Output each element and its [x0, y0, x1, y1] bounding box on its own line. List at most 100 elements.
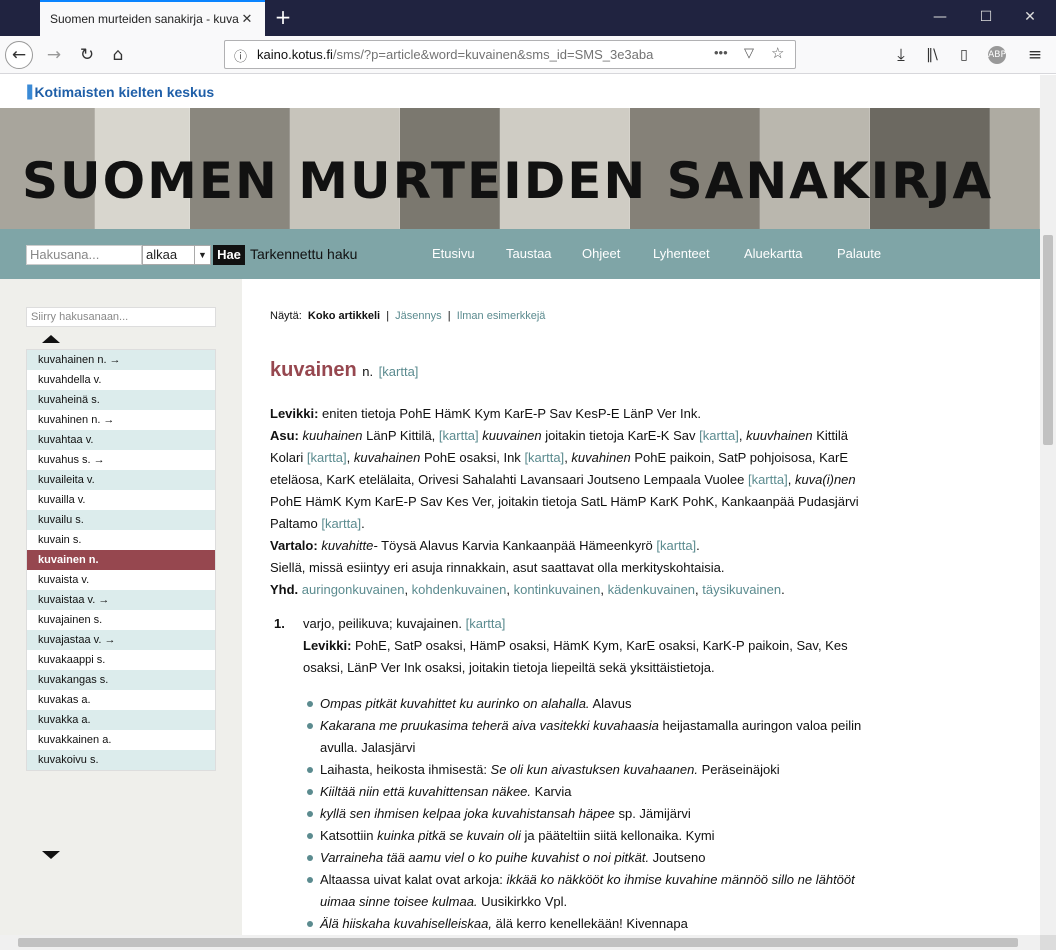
nav-etusivu[interactable]: Etusivu	[432, 246, 475, 261]
nav-palaute[interactable]: Palaute	[837, 246, 881, 261]
map-link[interactable]: [kartta]	[699, 428, 739, 443]
map-link[interactable]: [kartta]	[656, 538, 696, 553]
reload-icon[interactable]: ↻	[73, 41, 101, 69]
search-button[interactable]: Hae	[213, 245, 245, 265]
view-members-link[interactable]: Jäsennys	[395, 310, 441, 322]
asu-text: PohE osaksi, Ink	[423, 450, 521, 465]
list-item[interactable]: kuvailu s.	[27, 510, 215, 530]
compound-link[interactable]: kontinkuvainen	[514, 582, 601, 597]
form: kuvahinen	[571, 450, 631, 465]
bookmark-star-icon[interactable]: ☆	[771, 44, 784, 62]
list-item[interactable]: kuvakoivu s.	[27, 750, 215, 770]
vertical-scrollbar[interactable]	[1040, 75, 1056, 935]
horizontal-scrollbar[interactable]	[0, 935, 1040, 950]
list-item-current[interactable]: kuvainen n.	[27, 550, 215, 570]
list-item[interactable]: kuvaileita v.	[27, 470, 215, 490]
asu: Asu: kuuhainen LänP Kittilä, [kartta] ku…	[270, 428, 859, 531]
list-item[interactable]: kuvahinen n. →	[27, 410, 215, 430]
levikki-label: Levikki:	[303, 638, 352, 653]
scroll-up-icon[interactable]	[42, 335, 60, 343]
example-list: Ompas pitkät kuvahittet ku aurinko on al…	[305, 693, 865, 935]
list-item[interactable]: kuvakaappi s.	[27, 650, 215, 670]
list-item[interactable]: kuvahus s. →	[27, 450, 215, 470]
scroll-thumb[interactable]	[1043, 235, 1053, 445]
map-link[interactable]: [kartta]	[379, 364, 419, 379]
forward-icon[interactable]: →	[40, 41, 68, 69]
list-item[interactable]: kuvakangas s.	[27, 670, 215, 690]
sidebar-icon[interactable]: ▯	[950, 41, 978, 69]
list-item[interactable]: kuvajastaa v. →	[27, 630, 215, 650]
download-icon[interactable]: ⤓	[887, 41, 915, 69]
advanced-search-link[interactable]: Tarkennettu haku	[250, 246, 357, 262]
library-icon[interactable]: ‖\	[918, 41, 946, 69]
adblock-icon[interactable]: ABP	[983, 41, 1011, 69]
list-item[interactable]: kuvaheinä s.	[27, 390, 215, 410]
example-item: Katsottiin kuinka pitkä se kuvain oli ja…	[305, 825, 865, 847]
minimize-icon[interactable]: —	[925, 6, 955, 28]
list-item[interactable]: kuvain s.	[27, 530, 215, 550]
info-icon[interactable]: ⓘ	[234, 46, 247, 65]
list-item[interactable]: kuvaista v.	[27, 570, 215, 590]
browser-tab[interactable]: Suomen murteiden sanakirja - kuva ✕	[40, 0, 265, 36]
compound-link[interactable]: kohdenkuvainen	[412, 582, 507, 597]
compound-link[interactable]: kädenkuvainen	[608, 582, 695, 597]
list-item[interactable]: kuvahtaa v.	[27, 430, 215, 450]
headword-line: kuvainen n. [kartta]	[270, 359, 418, 383]
map-link[interactable]: [kartta]	[439, 428, 479, 443]
compound-link[interactable]: täysikuvainen	[702, 582, 781, 597]
map-link[interactable]: [kartta]	[466, 616, 506, 631]
nav-taustaa[interactable]: Taustaa	[506, 246, 552, 261]
scroll-thumb[interactable]	[18, 938, 1018, 947]
jump-to-word-input[interactable]: Siirry hakusanaan...	[26, 307, 216, 327]
part-of-speech: n.	[362, 364, 374, 379]
form-note: Siellä, missä esiintyy eri asuja rinnakk…	[270, 560, 725, 575]
home-icon[interactable]: ⌂	[104, 41, 132, 69]
list-item[interactable]: kuvajainen s.	[27, 610, 215, 630]
asu-text: joitakin tietoja KarE-K Sav	[545, 428, 696, 443]
levikki-text: eniten tietoja PohE HämK Kym KarE-P Sav …	[322, 406, 701, 421]
maximize-icon[interactable]: ☐	[971, 6, 1001, 28]
close-window-icon[interactable]: ✕	[1015, 6, 1045, 28]
back-icon[interactable]: ←	[5, 41, 33, 69]
example-item: Varraineha tää aamu viel o ko puihe kuva…	[305, 847, 865, 869]
form: kuvahainen	[353, 450, 421, 465]
search-input[interactable]: Hakusana...	[26, 245, 142, 265]
example-item: Altaassa uivat kalat ovat arkoja: ikkää …	[305, 869, 865, 913]
new-tab-icon[interactable]: +	[272, 6, 294, 28]
list-item[interactable]: kuvakkainen a.	[27, 730, 215, 750]
compounds: Yhd. auringonkuvainen, kohdenkuvainen, k…	[270, 582, 785, 597]
list-item[interactable]: kuvahainen n. →	[27, 350, 215, 370]
view-full-article[interactable]: Koko artikkeli	[308, 310, 380, 322]
page-actions-icon[interactable]: •••	[714, 45, 728, 60]
map-link[interactable]: [kartta]	[307, 450, 347, 465]
map-link[interactable]: [kartta]	[321, 516, 361, 531]
list-item[interactable]: kuvakas a.	[27, 690, 215, 710]
search-mode-select[interactable]: alkaa ▼	[142, 245, 211, 265]
nav-lyhenteet[interactable]: Lyhenteet	[653, 246, 710, 261]
example-item: Kiiltää niin että kuvahittensan näkee. K…	[305, 781, 865, 803]
pocket-icon[interactable]: ▽	[744, 45, 754, 61]
list-item[interactable]: kuvakka a.	[27, 710, 215, 730]
compound-link[interactable]: auringonkuvainen	[302, 582, 405, 597]
nav-ohjeet[interactable]: Ohjeet	[582, 246, 620, 261]
close-tab-icon[interactable]: ✕	[239, 11, 255, 27]
form: kuuvainen	[482, 428, 542, 443]
banner: SUOMEN MURTEIDEN SANAKIRJA	[0, 108, 1040, 229]
menu-icon[interactable]: ≡	[1021, 41, 1049, 69]
nav-aluekartta[interactable]: Aluekartta	[744, 246, 803, 261]
scroll-down-icon[interactable]	[42, 851, 60, 859]
url-text[interactable]: kaino.kotus.fi/sms/?p=article&word=kuvai…	[257, 47, 687, 62]
map-link[interactable]: [kartta]	[524, 450, 564, 465]
levikki-label: Levikki:	[270, 406, 319, 421]
list-item[interactable]: kuvaistaa v. →	[27, 590, 215, 610]
view-separator: |	[447, 310, 451, 322]
word-list: kuvahainen n. → kuvahdella v. kuvaheinä …	[26, 349, 216, 771]
list-item[interactable]: kuvahdella v.	[27, 370, 215, 390]
view-no-examples-link[interactable]: Ilman esimerkkejä	[457, 310, 546, 322]
map-link[interactable]: [kartta]	[748, 472, 788, 487]
vartalo-text: Töysä Alavus Karvia Kankaanpää Hämeenkyr…	[381, 538, 653, 553]
tab-title: Suomen murteiden sanakirja - kuva	[50, 12, 239, 26]
url-bar[interactable]: ⓘ kaino.kotus.fi/sms/?p=article&word=kuv…	[224, 40, 796, 69]
site-logo[interactable]: ||| Kotimaisten kielten keskus	[26, 81, 214, 103]
list-item[interactable]: kuvailla v.	[27, 490, 215, 510]
